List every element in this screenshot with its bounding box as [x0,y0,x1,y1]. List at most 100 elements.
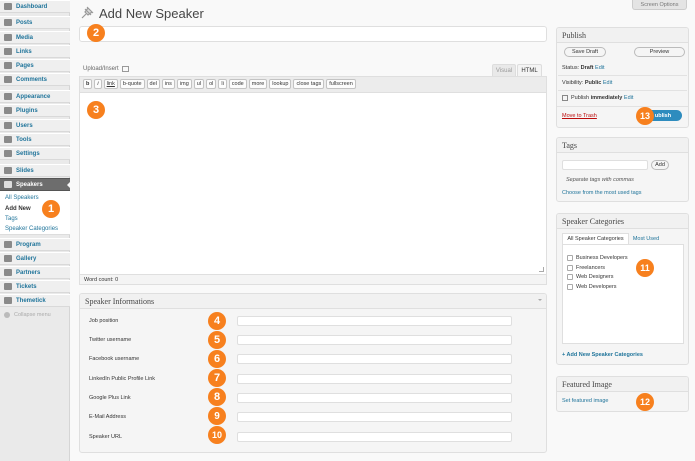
menu-item-tickets[interactable]: Tickets [0,280,70,293]
email-address-input[interactable] [237,412,512,422]
callout-badge: 12 [636,393,654,411]
menu-item-users[interactable]: Users [0,119,70,132]
preview-button[interactable]: Preview [634,47,685,57]
tab-html[interactable]: HTML [517,64,542,76]
menu-item-settings[interactable]: Settings [0,147,70,160]
divider [558,90,687,91]
qt-ol-button[interactable]: ol [206,79,217,89]
qt-ul-button[interactable]: ul [193,79,205,89]
qt-ins-button[interactable]: ins [161,79,175,89]
collapse-menu[interactable]: Collapse menu [4,312,51,318]
menu-item-posts[interactable]: Posts [0,16,70,29]
qt-bold-button[interactable]: b [83,79,93,89]
tab-all-categories[interactable]: All Speaker Categories [562,233,629,244]
facebook-username-input[interactable] [237,354,512,364]
menu-item-pages[interactable]: Pages [0,59,70,72]
checkbox[interactable] [567,274,573,280]
menu-item-appearance[interactable]: Appearance [0,90,70,103]
field-row: Twitter username [89,335,539,347]
categories-list: Business Developers Freelancers Web Desi… [562,244,684,344]
toggle-arrow-icon[interactable] [538,299,542,303]
menu-item-gallery[interactable]: Gallery [0,252,70,265]
menu-label: Speakers [16,181,43,188]
speaker-informations-box: Speaker Informations Job position Twitte… [79,293,547,453]
media-icon[interactable] [121,66,129,72]
checkbox[interactable] [567,265,573,271]
add-tag-button[interactable]: Add [651,160,669,170]
qt-img-button[interactable]: img [176,79,192,89]
menu-item-tools[interactable]: Tools [0,133,70,146]
menu-item-partners[interactable]: Partners [0,266,70,279]
field-label: Twitter username [89,337,132,343]
visibility-line: Visibility: Public Edit [562,80,612,86]
qt-link-button[interactable]: link [103,79,118,89]
plug-icon [4,107,12,114]
field-row: Speaker URL [89,432,539,444]
submenu-all-speakers[interactable]: All Speakers [5,195,39,201]
publish-label: Publish [571,95,590,101]
comment-icon [4,76,12,83]
callout-badge: 8 [208,388,226,406]
checkbox[interactable] [567,255,573,261]
menu-item-program[interactable]: Program [0,238,70,251]
category-item[interactable]: Business Developers [567,255,628,261]
tab-visual[interactable]: Visual [492,64,516,76]
checkbox[interactable] [567,284,573,290]
save-draft-button[interactable]: Save Draft [564,47,606,57]
twitter-username-input[interactable] [237,335,512,345]
edit-visibility-link[interactable]: Edit [603,80,612,86]
resize-handle[interactable] [539,267,544,272]
content-editor[interactable]: b i link b-quote del ins img ul ol li co… [79,76,547,285]
category-item[interactable]: Web Developers [567,284,617,290]
callout-badge: 4 [208,312,226,330]
edit-status-link[interactable]: Edit [595,65,604,71]
category-item[interactable]: Web Designers [567,274,614,280]
speakers-icon [4,181,12,188]
upload-insert-link[interactable]: Upload/Insert [83,66,129,72]
menu-item-speakers[interactable]: Speakers [0,178,71,191]
linkedin-link-input[interactable] [237,374,512,384]
add-new-category-link[interactable]: + Add New Speaker Categories [562,352,643,358]
submenu-speaker-categories[interactable]: Speaker Categories [5,226,58,232]
qt-code-button[interactable]: code [228,79,247,89]
tab-most-used[interactable]: Most Used [631,233,661,244]
menu-item-links[interactable]: Links [0,45,70,58]
menu-label: Tickets [16,283,37,290]
set-featured-image-link[interactable]: Set featured image [562,398,608,404]
menu-item-slides[interactable]: Slides [0,164,70,177]
program-icon [4,241,12,248]
job-position-input[interactable] [237,316,512,326]
tag-input[interactable] [562,160,648,170]
schedule-line: Publish immediately Edit [562,95,633,101]
publish-value: immediately [590,95,623,101]
google-plus-link-input[interactable] [237,393,512,403]
category-item[interactable]: Freelancers [567,265,605,271]
qt-li-button[interactable]: li [218,79,227,89]
menu-item-plugins[interactable]: Plugins [0,104,70,117]
collapse-label: Collapse menu [14,312,51,318]
box-title: Tags [562,140,577,150]
qt-lookup-button[interactable]: lookup [269,79,292,89]
edit-schedule-link[interactable]: Edit [624,95,633,101]
qt-more-button[interactable]: more [248,79,268,89]
menu-item-comments[interactable]: Comments [0,73,70,86]
title-input[interactable] [79,26,547,42]
menu-item-dashboard[interactable]: Dashboard [0,0,70,13]
tab-html-label: HTML [521,67,538,74]
choose-tags-link[interactable]: Choose from the most used tags [562,190,641,196]
speaker-url-input[interactable] [237,432,512,442]
submenu-tags[interactable]: Tags [5,216,18,222]
submenu-add-new[interactable]: Add New [5,206,31,212]
qt-fullscreen-button[interactable]: fullscreen [326,79,356,89]
pushpin-icon [4,19,12,26]
qt-del-button[interactable]: del [146,79,160,89]
tab-label: Most Used [632,235,660,242]
screen-options-button[interactable]: Screen Options [632,0,687,10]
move-to-trash-link[interactable]: Move to Trash [562,113,597,119]
qt-bquote-button[interactable]: b-quote [119,79,145,89]
qt-close-tags-button[interactable]: close tags [293,79,325,89]
featured-image-title: Featured Image [557,377,688,392]
menu-item-themetick[interactable]: Themetick [0,294,70,307]
menu-item-media[interactable]: Media [0,31,70,44]
qt-italic-button[interactable]: i [94,79,102,89]
